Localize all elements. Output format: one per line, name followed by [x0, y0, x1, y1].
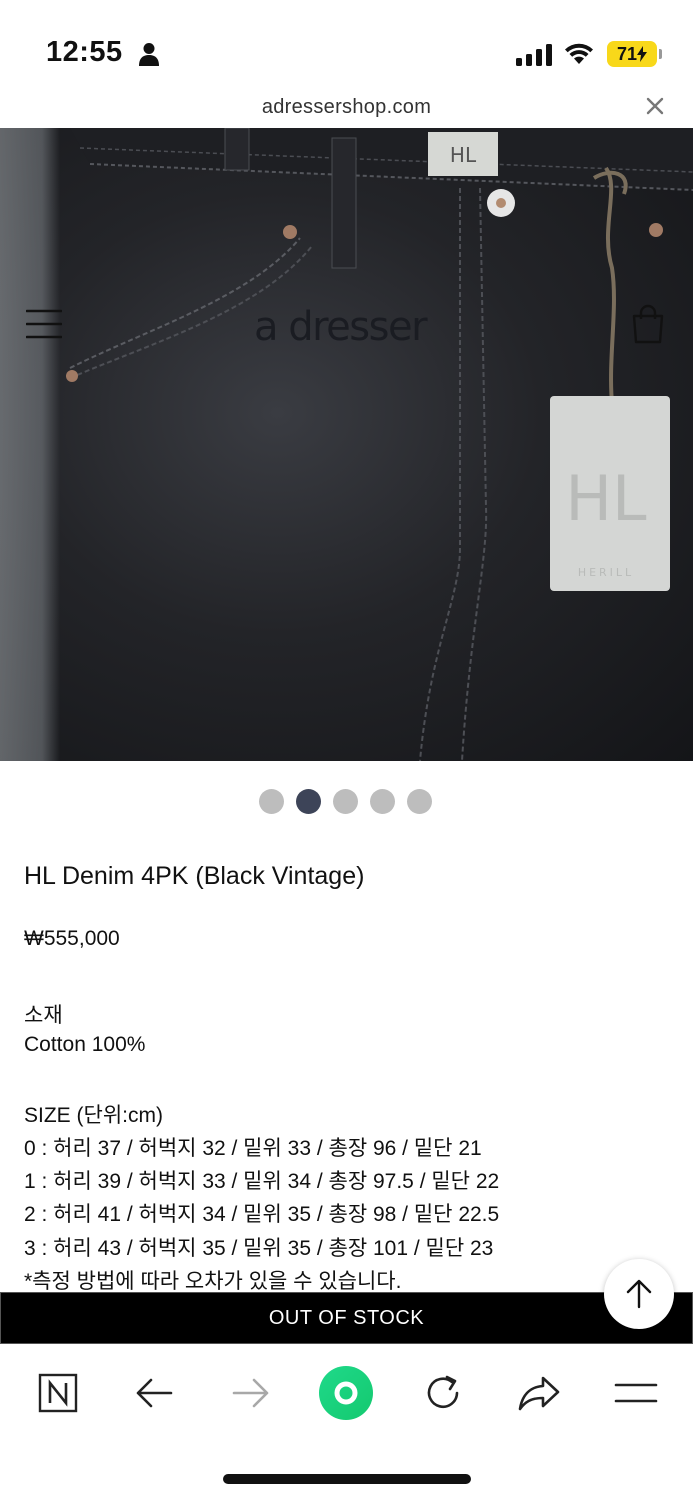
denim-illustration: HL HL HERILL — [66, 128, 693, 761]
out-of-stock-label: OUT OF STOCK — [268, 1306, 425, 1329]
carousel-indicator — [259, 789, 432, 814]
carousel-dot-3[interactable] — [333, 789, 358, 814]
menu-icon[interactable] — [611, 1368, 661, 1418]
carousel-dot-2-active[interactable] — [296, 789, 321, 814]
share-icon[interactable] — [514, 1368, 564, 1418]
measurement-note: *측정 방법에 따라 오차가 있을 수 있습니다. — [24, 1270, 402, 1293]
svg-text:HERILL: HERILL — [578, 566, 634, 579]
scroll-to-top-button[interactable] — [604, 1259, 674, 1329]
product-image[interactable]: HL HL HERILL a dresser — [0, 128, 693, 761]
product-price: ₩555,000 — [24, 927, 120, 950]
status-time: 12:55 — [46, 36, 123, 68]
battery-level: 71 — [616, 43, 638, 64]
home-indicator — [223, 1474, 471, 1484]
back-arrow-icon[interactable] — [129, 1368, 179, 1418]
reload-icon[interactable] — [418, 1368, 468, 1418]
naver-n-icon[interactable] — [33, 1368, 83, 1418]
size-row: 3 : 허리 43 / 허벅지 35 / 밑위 35 / 총장 101 / 밑단… — [24, 1237, 494, 1260]
size-title: SIZE (단위:cm) — [24, 1104, 163, 1127]
signal-icon — [516, 44, 552, 66]
size-row: 1 : 허리 39 / 허벅지 33 / 밑위 34 / 총장 97.5 / 밑… — [24, 1170, 500, 1193]
out-of-stock-button[interactable]: OUT OF STOCK — [0, 1292, 693, 1344]
size-row: 2 : 허리 41 / 허벅지 34 / 밑위 35 / 총장 98 / 밑단 … — [24, 1203, 500, 1226]
browser-toolbar — [0, 1344, 693, 1444]
svg-text:HL: HL — [450, 143, 477, 167]
carousel-dot-5[interactable] — [407, 789, 432, 814]
site-logo[interactable]: a dresser — [254, 304, 428, 350]
wifi-icon — [565, 43, 593, 64]
material-value: Cotton 100% — [24, 1033, 146, 1056]
svg-text:HL: HL — [565, 462, 647, 535]
url-text[interactable]: adressershop.com — [0, 96, 693, 119]
charging-bolt-icon — [637, 46, 648, 62]
close-icon[interactable] — [645, 96, 665, 116]
carousel-dot-4[interactable] — [370, 789, 395, 814]
product-name: HL Denim 4PK (Black Vintage) — [24, 862, 365, 890]
carousel-dot-1[interactable] — [259, 789, 284, 814]
hamburger-menu-icon[interactable] — [26, 308, 62, 340]
status-bar: 12:55 71 — [0, 0, 693, 90]
green-home-icon[interactable] — [316, 1363, 376, 1423]
shopping-bag-icon[interactable] — [628, 304, 668, 344]
arrow-up-icon — [626, 1279, 652, 1309]
battery-icon: 71 — [607, 41, 662, 67]
person-icon — [139, 43, 159, 66]
size-row: 0 : 허리 37 / 허벅지 32 / 밑위 33 / 총장 96 / 밑단 … — [24, 1137, 482, 1160]
browser-url-bar[interactable]: adressershop.com — [0, 90, 693, 128]
material-title: 소재 — [24, 1004, 63, 1027]
forward-arrow-icon[interactable] — [226, 1368, 276, 1418]
